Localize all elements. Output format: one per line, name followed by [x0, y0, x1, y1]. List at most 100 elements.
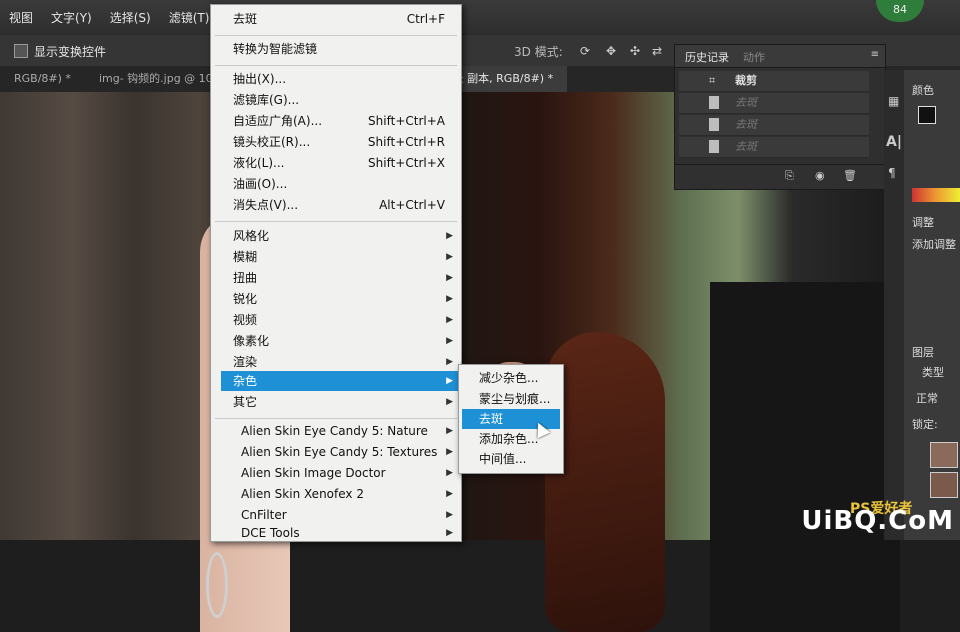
menu-bar: 视图 文字(Y) 选择(S) 滤镜(T) — [0, 0, 960, 34]
menu-item-last-filter[interactable]: 去斑 Ctrl+F — [211, 9, 461, 29]
menu-item-label: 锐化 — [233, 292, 258, 306]
menu-item-blur[interactable]: 模糊 ▶ — [211, 247, 461, 267]
chevron-right-icon: ▶ — [446, 231, 453, 241]
history-row-label: 去斑 — [735, 140, 757, 153]
menu-item-lens-correction[interactable]: 镜头校正(R)... Shift+Ctrl+R — [211, 132, 461, 152]
menu-item-label: Alien Skin Image Doctor — [241, 466, 386, 480]
menu-item-label: 自适应广角(A)... — [233, 114, 323, 128]
menu-item-label: Alien Skin Eye Candy 5: Textures — [241, 445, 438, 459]
tab-doc-1[interactable]: RGB/8#) * — [0, 66, 85, 92]
3d-move-icon[interactable]: ✣ — [630, 44, 640, 58]
menu-item-label: CnFilter — [241, 508, 287, 522]
menu-separator — [215, 418, 457, 419]
blend-mode-select[interactable]: 正常 — [916, 390, 938, 406]
menu-item-label: Alien Skin Eye Candy 5: Nature — [241, 424, 428, 438]
menu-item-label: 风格化 — [233, 229, 270, 243]
submenu-item-median[interactable]: 中间值... — [459, 449, 563, 469]
crop-icon: ⌗ — [709, 74, 716, 87]
menu-item-eye-candy-textures[interactable]: Alien Skin Eye Candy 5: Textures ▶ — [211, 442, 461, 462]
menu-item-vanishing-point[interactable]: 消失点(V)... Alt+Ctrl+V — [211, 195, 461, 215]
color-ramp[interactable] — [912, 188, 960, 202]
menu-item-pixelate[interactable]: 像素化 ▶ — [211, 331, 461, 351]
history-row[interactable]: 去斑 — [679, 137, 869, 158]
menu-item-label: 消失点(V)... — [233, 198, 299, 212]
menu-item-label: 像素化 — [233, 334, 270, 348]
menu-item-noise[interactable]: 杂色 ▶ — [221, 371, 461, 391]
panel-menu-icon[interactable]: ≡ — [871, 49, 879, 60]
foreground-color-swatch[interactable] — [918, 106, 936, 124]
menu-item-oil-paint[interactable]: 油画(O)... — [211, 174, 461, 194]
chevron-right-icon: ▶ — [446, 336, 453, 346]
history-footer: ⎘ ◉ 🗑 — [675, 164, 885, 189]
menu-item-label: 油画(O)... — [233, 177, 288, 191]
menu-item-label: DCE Tools — [241, 526, 300, 540]
menu-item-label: 去斑 — [233, 12, 258, 26]
camera-icon[interactable]: ◉ — [815, 169, 825, 182]
chevron-right-icon: ▶ — [446, 489, 453, 499]
canvas-dark-area — [710, 282, 900, 632]
menu-item-convert-smart[interactable]: 转换为智能滤镜 — [211, 39, 461, 59]
document-icon — [709, 118, 719, 131]
trash-icon[interactable]: 🗑 — [843, 169, 857, 182]
menu-separator — [215, 35, 457, 36]
noise-submenu: 减少杂色... 蒙尘与划痕... 去斑 添加杂色... 中间值... — [458, 364, 564, 474]
3d-pan-icon[interactable]: ✥ — [606, 44, 616, 58]
checkbox-icon[interactable] — [14, 44, 28, 58]
history-row[interactable]: ⌗ 裁剪 — [679, 71, 869, 92]
paragraph-panel-icon[interactable]: ¶ — [888, 166, 896, 180]
menu-view[interactable]: 视图 — [0, 9, 42, 26]
menu-item-stylize[interactable]: 风格化 ▶ — [211, 226, 461, 246]
menu-item-dce-tools[interactable]: DCE Tools ▶ — [211, 523, 461, 543]
submenu-item-label: 蒙尘与划痕... — [479, 392, 551, 406]
menu-item-image-doctor[interactable]: Alien Skin Image Doctor ▶ — [211, 463, 461, 483]
submenu-item-label: 中间值... — [479, 452, 527, 466]
tab-history[interactable]: 历史记录 — [685, 49, 729, 65]
photo-earring — [206, 552, 228, 618]
menu-item-eye-candy-nature[interactable]: Alien Skin Eye Candy 5: Nature ▶ — [211, 421, 461, 441]
chevron-right-icon: ▶ — [446, 447, 453, 457]
3d-slide-icon[interactable]: ⇄ — [652, 44, 662, 58]
menu-item-liquify[interactable]: 液化(L)... Shift+Ctrl+X — [211, 153, 461, 173]
3d-rotate-icon[interactable]: ⟳ — [580, 44, 590, 58]
submenu-item-dust-scratches[interactable]: 蒙尘与划痕... — [459, 389, 563, 409]
menu-item-cnfilter[interactable]: CnFilter ▶ — [211, 505, 461, 525]
tab-layers[interactable]: 图层 — [912, 344, 934, 360]
menu-type[interactable]: 文字(Y) — [42, 9, 101, 26]
filter-menu: 去斑 Ctrl+F 转换为智能滤镜 抽出(X)... 滤镜库(G)... 自适应… — [210, 4, 462, 542]
chevron-right-icon: ▶ — [446, 468, 453, 478]
menu-item-video[interactable]: 视频 ▶ — [211, 310, 461, 330]
history-row[interactable]: 去斑 — [679, 115, 869, 136]
menu-item-filter-gallery[interactable]: 滤镜库(G)... — [211, 90, 461, 110]
menu-item-sharpen[interactable]: 锐化 ▶ — [211, 289, 461, 309]
menu-item-label: 液化(L)... — [233, 156, 285, 170]
new-document-icon[interactable]: ⎘ — [785, 169, 794, 183]
menu-item-render[interactable]: 渲染 ▶ — [211, 352, 461, 372]
menu-item-xenofex[interactable]: Alien Skin Xenofex 2 ▶ — [211, 484, 461, 504]
layer-kind-filter[interactable]: 类型 — [922, 364, 944, 380]
menu-item-shortcut: Ctrl+F — [406, 12, 445, 26]
menu-separator — [215, 65, 457, 66]
menu-item-other[interactable]: 其它 ▶ — [211, 392, 461, 412]
submenu-item-reduce-noise[interactable]: 减少杂色... — [459, 368, 563, 388]
document-icon — [709, 96, 719, 109]
menu-item-adaptive-wide[interactable]: 自适应广角(A)... Shift+Ctrl+A — [211, 111, 461, 131]
character-panel-icon[interactable]: A| — [886, 134, 902, 150]
history-row[interactable]: 去斑 — [679, 93, 869, 114]
history-row-label: 去斑 — [735, 96, 757, 109]
menu-item-shortcut: Shift+Ctrl+R — [367, 135, 445, 149]
tab-adjustments[interactable]: 调整 — [912, 214, 934, 230]
menu-item-shortcut: Shift+Ctrl+A — [368, 114, 445, 128]
menu-select[interactable]: 选择(S) — [101, 9, 160, 26]
history-panel-icon[interactable]: ▦ — [888, 94, 899, 108]
tab-doc-2[interactable]: img- 钩频的.jpg @ 10 — [85, 66, 227, 92]
menu-item-extract[interactable]: 抽出(X)... — [211, 69, 461, 89]
menu-item-label: Alien Skin Xenofex 2 — [241, 487, 364, 501]
layer-thumbnail[interactable] — [930, 472, 958, 498]
menu-item-shortcut: Shift+Ctrl+X — [368, 156, 445, 170]
submenu-item-label: 去斑 — [479, 412, 504, 426]
menu-item-distort[interactable]: 扭曲 ▶ — [211, 268, 461, 288]
tab-color[interactable]: 颜色 — [912, 82, 934, 98]
tab-actions[interactable]: 动作 — [743, 49, 765, 65]
layer-thumbnail[interactable] — [930, 442, 958, 468]
chevron-right-icon: ▶ — [446, 273, 453, 283]
